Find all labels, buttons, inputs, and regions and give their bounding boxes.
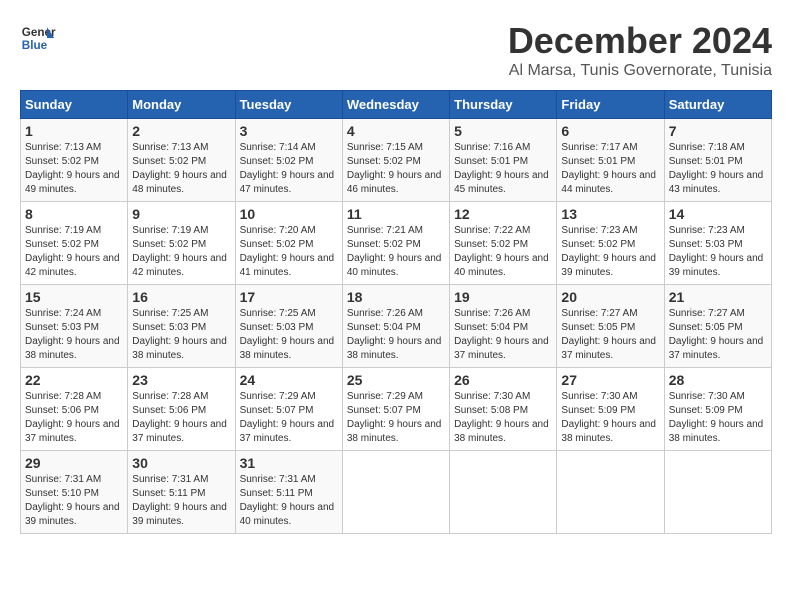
- calendar-day: 16Sunrise: 7:25 AMSunset: 5:03 PMDayligh…: [128, 285, 235, 368]
- calendar-day: 23Sunrise: 7:28 AMSunset: 5:06 PMDayligh…: [128, 368, 235, 451]
- calendar-day: 27Sunrise: 7:30 AMSunset: 5:09 PMDayligh…: [557, 368, 664, 451]
- calendar-day: 10Sunrise: 7:20 AMSunset: 5:02 PMDayligh…: [235, 202, 342, 285]
- calendar-day: [557, 451, 664, 534]
- calendar-day: [450, 451, 557, 534]
- calendar-day: 12Sunrise: 7:22 AMSunset: 5:02 PMDayligh…: [450, 202, 557, 285]
- logo-icon: General Blue: [20, 20, 56, 56]
- weekday-header: Tuesday: [235, 91, 342, 119]
- calendar-day: 7Sunrise: 7:18 AMSunset: 5:01 PMDaylight…: [664, 119, 771, 202]
- title-section: December 2024 Al Marsa, Tunis Governorat…: [508, 20, 772, 80]
- calendar-day: [664, 451, 771, 534]
- calendar-day: 29Sunrise: 7:31 AMSunset: 5:10 PMDayligh…: [21, 451, 128, 534]
- calendar-day: 22Sunrise: 7:28 AMSunset: 5:06 PMDayligh…: [21, 368, 128, 451]
- calendar-day: 1Sunrise: 7:13 AMSunset: 5:02 PMDaylight…: [21, 119, 128, 202]
- svg-text:Blue: Blue: [22, 39, 48, 52]
- calendar-day: 26Sunrise: 7:30 AMSunset: 5:08 PMDayligh…: [450, 368, 557, 451]
- calendar-day: 24Sunrise: 7:29 AMSunset: 5:07 PMDayligh…: [235, 368, 342, 451]
- calendar-day: 8Sunrise: 7:19 AMSunset: 5:02 PMDaylight…: [21, 202, 128, 285]
- calendar-day: 3Sunrise: 7:14 AMSunset: 5:02 PMDaylight…: [235, 119, 342, 202]
- calendar-day: 6Sunrise: 7:17 AMSunset: 5:01 PMDaylight…: [557, 119, 664, 202]
- calendar-day: [342, 451, 449, 534]
- calendar-day: 28Sunrise: 7:30 AMSunset: 5:09 PMDayligh…: [664, 368, 771, 451]
- page-title: December 2024: [508, 20, 772, 62]
- calendar-day: 11Sunrise: 7:21 AMSunset: 5:02 PMDayligh…: [342, 202, 449, 285]
- calendar-day: 2Sunrise: 7:13 AMSunset: 5:02 PMDaylight…: [128, 119, 235, 202]
- calendar-day: 15Sunrise: 7:24 AMSunset: 5:03 PMDayligh…: [21, 285, 128, 368]
- calendar-day: 19Sunrise: 7:26 AMSunset: 5:04 PMDayligh…: [450, 285, 557, 368]
- calendar-day: 18Sunrise: 7:26 AMSunset: 5:04 PMDayligh…: [342, 285, 449, 368]
- calendar-day: 31Sunrise: 7:31 AMSunset: 5:11 PMDayligh…: [235, 451, 342, 534]
- calendar-table: SundayMondayTuesdayWednesdayThursdayFrid…: [20, 90, 772, 534]
- calendar-day: 4Sunrise: 7:15 AMSunset: 5:02 PMDaylight…: [342, 119, 449, 202]
- weekday-header: Sunday: [21, 91, 128, 119]
- weekday-header: Monday: [128, 91, 235, 119]
- weekday-header-row: SundayMondayTuesdayWednesdayThursdayFrid…: [21, 91, 772, 119]
- calendar-week-row: 29Sunrise: 7:31 AMSunset: 5:10 PMDayligh…: [21, 451, 772, 534]
- calendar-day: 20Sunrise: 7:27 AMSunset: 5:05 PMDayligh…: [557, 285, 664, 368]
- calendar-day: 17Sunrise: 7:25 AMSunset: 5:03 PMDayligh…: [235, 285, 342, 368]
- calendar-week-row: 15Sunrise: 7:24 AMSunset: 5:03 PMDayligh…: [21, 285, 772, 368]
- header: General Blue December 2024 Al Marsa, Tun…: [20, 20, 772, 80]
- calendar-day: 25Sunrise: 7:29 AMSunset: 5:07 PMDayligh…: [342, 368, 449, 451]
- calendar-week-row: 1Sunrise: 7:13 AMSunset: 5:02 PMDaylight…: [21, 119, 772, 202]
- page-subtitle: Al Marsa, Tunis Governorate, Tunisia: [508, 62, 772, 80]
- calendar-week-row: 22Sunrise: 7:28 AMSunset: 5:06 PMDayligh…: [21, 368, 772, 451]
- weekday-header: Friday: [557, 91, 664, 119]
- calendar-day: 30Sunrise: 7:31 AMSunset: 5:11 PMDayligh…: [128, 451, 235, 534]
- calendar-day: 21Sunrise: 7:27 AMSunset: 5:05 PMDayligh…: [664, 285, 771, 368]
- calendar-day: 13Sunrise: 7:23 AMSunset: 5:02 PMDayligh…: [557, 202, 664, 285]
- weekday-header: Wednesday: [342, 91, 449, 119]
- weekday-header: Thursday: [450, 91, 557, 119]
- calendar-week-row: 8Sunrise: 7:19 AMSunset: 5:02 PMDaylight…: [21, 202, 772, 285]
- calendar-day: 5Sunrise: 7:16 AMSunset: 5:01 PMDaylight…: [450, 119, 557, 202]
- calendar-day: 9Sunrise: 7:19 AMSunset: 5:02 PMDaylight…: [128, 202, 235, 285]
- weekday-header: Saturday: [664, 91, 771, 119]
- logo: General Blue: [20, 20, 56, 56]
- calendar-day: 14Sunrise: 7:23 AMSunset: 5:03 PMDayligh…: [664, 202, 771, 285]
